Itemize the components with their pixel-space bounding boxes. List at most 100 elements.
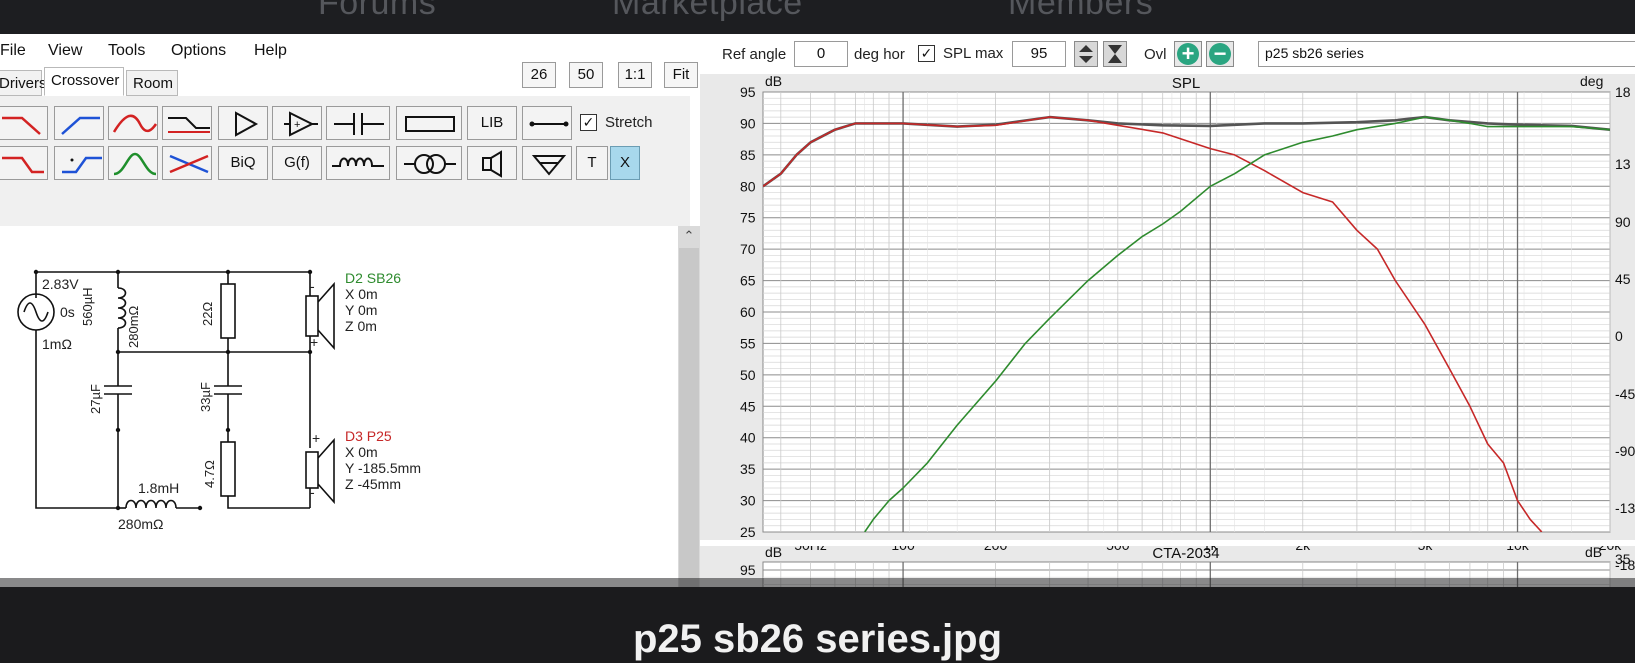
lowpass-1-button[interactable] bbox=[0, 106, 48, 140]
inductor-icon bbox=[332, 157, 384, 167]
schematic-scrollbar[interactable]: ⌃ bbox=[678, 226, 700, 587]
tab-drivers[interactable]: Drivers bbox=[0, 70, 47, 96]
nav-members[interactable]: Members bbox=[1008, 0, 1153, 23]
highpass-1-button[interactable] bbox=[54, 106, 104, 140]
component-toolbar: + LIB ✓ Stretch BiQ G(f) T X bbox=[0, 96, 690, 226]
scroll-thumb[interactable] bbox=[679, 248, 699, 587]
menu-help[interactable]: Help bbox=[254, 42, 287, 60]
library-button[interactable]: LIB bbox=[467, 106, 517, 140]
resistor-icon bbox=[405, 116, 455, 132]
ref-angle-input[interactable]: 0 bbox=[794, 41, 848, 67]
d3-name[interactable]: D3 P25 bbox=[345, 428, 392, 444]
stretch-checkbox[interactable]: ✓ bbox=[580, 114, 597, 131]
d3-y: Y -185.5mm bbox=[345, 460, 421, 476]
cta-title: CTA-2034 bbox=[1152, 545, 1219, 562]
capacitor-icon bbox=[334, 113, 384, 135]
spl-y-tick: 80 bbox=[740, 178, 756, 194]
spl-max-label: SPL max bbox=[943, 45, 1004, 62]
text-button[interactable]: T bbox=[576, 146, 608, 180]
r1-label: 22Ω bbox=[200, 301, 215, 326]
forum-nav-bar: Forums Marketplace Members bbox=[0, 0, 1635, 34]
spl-right-tick: -90 bbox=[1615, 443, 1635, 459]
spl-right-tick: 45 bbox=[1615, 271, 1631, 287]
lowpass-2-button[interactable] bbox=[0, 146, 48, 180]
d3-minus: - bbox=[310, 484, 315, 500]
attachment-filename: p25 sb26 series.jpg bbox=[632, 617, 1003, 661]
c2-label: 33µF bbox=[198, 382, 213, 412]
opamp-button[interactable]: + bbox=[272, 106, 322, 140]
graph-panel: 95 90 85 80 75 70 65 60 55 50 45 40 35 30 25 18 13 90 45 0 -… bbox=[700, 74, 1635, 587]
scroll-up-icon[interactable]: ⌃ bbox=[678, 228, 700, 246]
l1-label: 560µH bbox=[80, 287, 95, 326]
spl-max-checkbox[interactable]: ✓ bbox=[918, 45, 935, 62]
overlay-name-input[interactable]: p25 sb26 series bbox=[1258, 41, 1635, 67]
source-delay-label: 0s bbox=[60, 304, 75, 320]
minus-circle-icon: − bbox=[1209, 43, 1231, 65]
spl-y-tick: 30 bbox=[740, 493, 756, 509]
spl-y-tick: 45 bbox=[740, 398, 756, 414]
spl-y-tick: 65 bbox=[740, 273, 756, 289]
d2-plus: + bbox=[310, 334, 319, 350]
zoom-1to1-button[interactable]: 1:1 bbox=[618, 62, 652, 88]
driver-button[interactable] bbox=[467, 146, 517, 180]
transformer-icon bbox=[404, 154, 456, 174]
zoom-26-button[interactable]: 26 bbox=[522, 62, 556, 88]
gf-button[interactable]: G(f) bbox=[272, 146, 322, 180]
opamp-icon: + bbox=[284, 111, 318, 137]
spl-right-tick: -45 bbox=[1615, 386, 1635, 402]
spl-spin-button[interactable] bbox=[1074, 41, 1098, 67]
resistor-button[interactable] bbox=[396, 106, 462, 140]
spl-y-tick: 60 bbox=[740, 304, 756, 320]
spl-deg-label: deg bbox=[1580, 74, 1603, 89]
zoom-50-button[interactable]: 50 bbox=[569, 62, 603, 88]
capacitor-button[interactable] bbox=[326, 106, 390, 140]
highpass-2-button[interactable] bbox=[54, 146, 104, 180]
d2-name[interactable]: D2 SB26 bbox=[345, 270, 401, 286]
tab-room[interactable]: Room bbox=[126, 70, 178, 96]
vituixcad-window: File View Tools Options Help Drivers Cro… bbox=[0, 34, 1635, 587]
biquad-button[interactable]: BiQ bbox=[218, 146, 268, 180]
buffer-button[interactable] bbox=[218, 106, 268, 140]
d2-minus: - bbox=[310, 278, 315, 294]
source-res-label: 1mΩ bbox=[42, 336, 72, 352]
tab-crossover[interactable]: Crossover bbox=[44, 67, 124, 96]
bandpass-button[interactable] bbox=[108, 146, 158, 180]
source-voltage-label: 2.83V bbox=[42, 276, 79, 292]
shelf-button[interactable] bbox=[162, 106, 212, 140]
d2-x: X 0m bbox=[345, 286, 378, 302]
screenshot-root: Forums Marketplace Members File View Too… bbox=[0, 0, 1635, 663]
overlay-remove-button[interactable]: − bbox=[1206, 41, 1234, 67]
spl-auto-button[interactable] bbox=[1103, 41, 1127, 67]
allpass-button[interactable] bbox=[162, 146, 212, 180]
crossover-icon bbox=[169, 154, 209, 174]
highpass-blue-icon bbox=[61, 116, 100, 135]
transformer-button[interactable] bbox=[396, 146, 462, 180]
spl-y-tick: 75 bbox=[740, 210, 756, 226]
spl-y-tick: 85 bbox=[740, 147, 756, 163]
bandstop-button[interactable] bbox=[108, 106, 158, 140]
overlay-add-button[interactable]: + bbox=[1174, 41, 1202, 67]
cta-db-right-label: dB bbox=[1585, 544, 1602, 560]
spl-y-tick: 35 bbox=[740, 461, 756, 477]
inductor-button[interactable] bbox=[326, 146, 390, 180]
d3-plus: + bbox=[312, 430, 321, 446]
wire-button[interactable] bbox=[522, 106, 572, 140]
shelf-icon bbox=[168, 117, 210, 133]
buffer-triangle-icon bbox=[235, 111, 259, 137]
menu-tools[interactable]: Tools bbox=[108, 42, 145, 60]
ground-button[interactable] bbox=[522, 146, 572, 180]
nav-marketplace[interactable]: Marketplace bbox=[612, 0, 803, 23]
menu-file[interactable]: File bbox=[0, 42, 26, 60]
nav-forums[interactable]: Forums bbox=[318, 0, 436, 23]
spl-max-input[interactable]: 95 bbox=[1012, 41, 1066, 67]
updown-icon bbox=[1079, 45, 1093, 63]
cta-right-tick: 35 bbox=[1615, 551, 1631, 567]
delete-button[interactable]: X bbox=[610, 146, 640, 180]
bandpass-green-icon bbox=[113, 152, 157, 176]
menu-options[interactable]: Options bbox=[171, 42, 226, 60]
zoom-fit-button[interactable]: Fit bbox=[664, 62, 698, 88]
menu-view[interactable]: View bbox=[48, 42, 82, 60]
stretch-label: Stretch bbox=[605, 114, 653, 131]
spl-y-tick: 70 bbox=[740, 241, 756, 257]
d2-z: Z 0m bbox=[345, 318, 377, 334]
